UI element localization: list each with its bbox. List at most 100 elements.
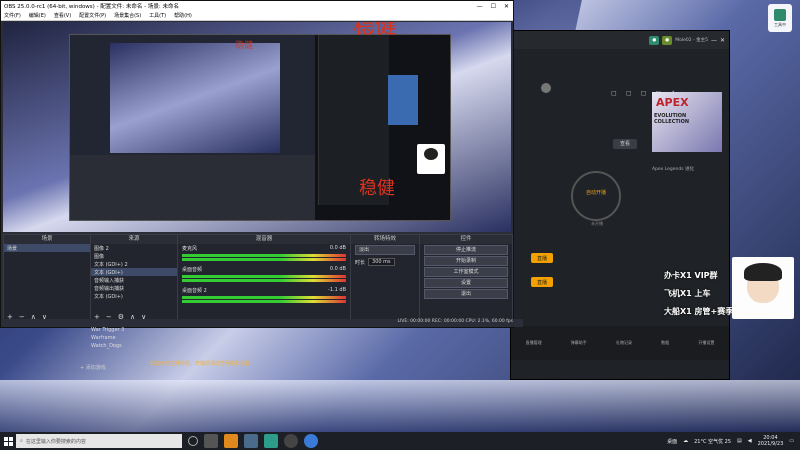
channel-db: 0.0 dB <box>329 266 346 272</box>
exit-button[interactable]: 退出 <box>424 289 508 299</box>
volume-meter <box>182 279 346 282</box>
desktop-shortcut[interactable]: 工具中 <box>768 4 792 32</box>
menu-help[interactable]: 帮助(H) <box>174 12 192 19</box>
start-recording-button[interactable]: 开始录制 <box>424 256 508 266</box>
settings-button[interactable]: 设置 <box>424 278 508 288</box>
status-bar: LIVE: 00:00:00 REC: 00:00:00 CPU: 2.1%, … <box>1 319 523 327</box>
game-banner[interactable]: APEX EVOLUTION COLLECTION <box>652 92 722 152</box>
maximize-icon[interactable]: ☐ <box>491 3 496 10</box>
source-item[interactable]: 图像 2 <box>91 244 177 252</box>
live-badge: ● <box>662 35 673 45</box>
minimize-icon[interactable]: — <box>711 37 717 44</box>
steam-icon[interactable] <box>244 434 258 448</box>
app-icon <box>774 8 786 21</box>
network-icon[interactable]: ▤ <box>737 438 742 444</box>
bottom-item[interactable]: 数据 <box>661 340 669 346</box>
dock-title: 转场特效 <box>351 235 419 244</box>
close-icon[interactable]: ✕ <box>504 3 509 10</box>
watermark-text: 稳健 <box>235 41 254 51</box>
minimize-icon[interactable]: — <box>477 3 483 10</box>
stop-streaming-button[interactable]: 停止推流 <box>424 245 508 255</box>
auto-stream-label: 自动开播 <box>585 190 606 196</box>
orange-stream-button[interactable]: 直播 <box>531 253 553 263</box>
avatar-hair <box>424 148 438 160</box>
channel-db: -1.1 dB <box>328 287 346 293</box>
desktop-label[interactable]: 桌面 <box>667 438 677 445</box>
obs-window: OBS 25.0.0-rc1 (64-bit, windows) - 配置文件:… <box>0 0 523 328</box>
game-item[interactable]: War Trigger 3 <box>88 326 158 334</box>
source-item[interactable]: 文本 (GDI+) <box>91 268 177 276</box>
studio-mode-button[interactable]: 工作室模式 <box>424 267 508 277</box>
system-tray: 桌面 ☁ 21°C 空气优 25 ▤ ◀ 20:04 2021/9/23 ▭ <box>667 435 800 447</box>
bottom-item[interactable]: 开播设置 <box>698 340 714 346</box>
menubar: 文件(F) 编辑(E) 查看(V) 配置文件(P) 场景集合(S) 工具(T) … <box>1 11 513 21</box>
obs-icon[interactable] <box>284 434 298 448</box>
duration-input[interactable]: 300 ms <box>368 258 395 266</box>
transitions-dock: 转场特效 淡出 时长 300 ms <box>350 234 420 324</box>
window-title: OBS 25.0.0-rc1 (64-bit, windows) - 配置文件:… <box>4 4 179 10</box>
menu-scene-collection[interactable]: 场景集合(S) <box>114 12 141 19</box>
view-button[interactable]: 查看 <box>613 139 637 149</box>
volume-meter <box>182 275 346 278</box>
clock[interactable]: 20:04 2021/9/23 <box>758 435 784 447</box>
wallpaper-shape <box>0 380 800 432</box>
nested-banner <box>388 75 418 125</box>
app-icon[interactable] <box>304 434 318 448</box>
weather-icon[interactable]: ☁ <box>683 438 688 444</box>
bottom-item[interactable]: 直播管理 <box>526 340 542 346</box>
overlay-line: 飞机X1 上车 <box>664 289 711 298</box>
cortana-icon[interactable] <box>188 436 198 446</box>
menu-view[interactable]: 查看(V) <box>54 12 71 19</box>
game-item[interactable]: Watch_Dogs <box>88 342 158 350</box>
source-item[interactable]: 文本 (GDI+) <box>91 292 177 300</box>
stream-ring: 自动开播 <box>571 171 621 221</box>
preview-canvas[interactable]: 稳健 稳健 稳健 <box>3 22 511 232</box>
game-title: APEX <box>656 96 689 109</box>
controls-dock: 控件 停止推流 开始录制 工作室模式 设置 退出 <box>419 234 513 324</box>
transition-select[interactable]: 淡出 <box>355 245 415 255</box>
menu-tools[interactable]: 工具(T) <box>149 12 166 19</box>
status-text: 未开播 <box>591 221 603 226</box>
taskbar: ⌕ 在这里输入你要搜索的内容 桌面 ☁ 21°C 空气优 25 ▤ ◀ 20:0… <box>0 432 800 450</box>
scenes-dock: 场景 场景 + − ∧ ∨ <box>3 234 91 324</box>
nested-preview <box>70 35 315 155</box>
app-icon[interactable] <box>264 434 278 448</box>
bottom-item[interactable]: 弹幕助手 <box>571 340 587 346</box>
live-badge: ● <box>649 35 660 45</box>
menu-edit[interactable]: 编辑(E) <box>29 12 46 19</box>
weather-text[interactable]: 21°C 空气优 25 <box>694 438 731 445</box>
start-button[interactable] <box>0 432 16 450</box>
nested-wallpaper <box>110 43 280 153</box>
menu-file[interactable]: 文件(F) <box>4 12 21 19</box>
task-view-icon[interactable] <box>204 434 218 448</box>
duration-label: 时长 <box>355 259 366 266</box>
overlay-line: 办卡X1 VIP群 <box>664 271 718 280</box>
add-game-button[interactable]: + 添加游戏 <box>80 364 106 371</box>
app-icon[interactable] <box>224 434 238 448</box>
game-item[interactable]: Warframe <box>88 334 158 342</box>
search-box[interactable]: ⌕ 在这里输入你要搜索的内容 <box>16 434 182 448</box>
volume-icon[interactable]: ◀ <box>748 438 752 444</box>
source-item[interactable]: 音频输入捕获 <box>91 276 177 284</box>
streamer-avatar <box>732 257 794 319</box>
dock-title: 混音器 <box>178 235 350 244</box>
lock-icon[interactable]: ◻ <box>611 89 617 97</box>
source-item[interactable]: 音频输出捕获 <box>91 284 177 292</box>
chat-icon[interactable]: ◻ <box>626 89 632 97</box>
source-item[interactable]: 图像 <box>91 252 177 260</box>
windows-icon <box>3 436 13 446</box>
close-icon[interactable]: ✕ <box>720 37 725 44</box>
menu-profile[interactable]: 配置文件(P) <box>79 12 106 19</box>
channel-db: 0.0 dB <box>329 245 346 251</box>
notice-bar: 欢迎使用直播伴侣，开播前请检查网络和设备 <box>150 360 251 367</box>
screen-icon[interactable]: ◻ <box>641 89 647 97</box>
source-item[interactable]: 文本 (GDI+) 2 <box>91 260 177 268</box>
mixer-dock: 混音器 麦克风 0.0 dB 桌面音频 0.0 dB 桌面音频 2 -1.1 d… <box>177 234 351 324</box>
channel-name: 麦克风 <box>182 246 198 252</box>
orange-stream-button[interactable]: 直播 <box>531 277 553 287</box>
bottom-item[interactable]: 礼物记录 <box>616 340 632 346</box>
notification-icon[interactable]: ▭ <box>789 438 794 444</box>
avatar-icon[interactable] <box>541 83 551 93</box>
scene-item[interactable]: 场景 <box>4 244 90 252</box>
nested-docks <box>70 155 315 220</box>
